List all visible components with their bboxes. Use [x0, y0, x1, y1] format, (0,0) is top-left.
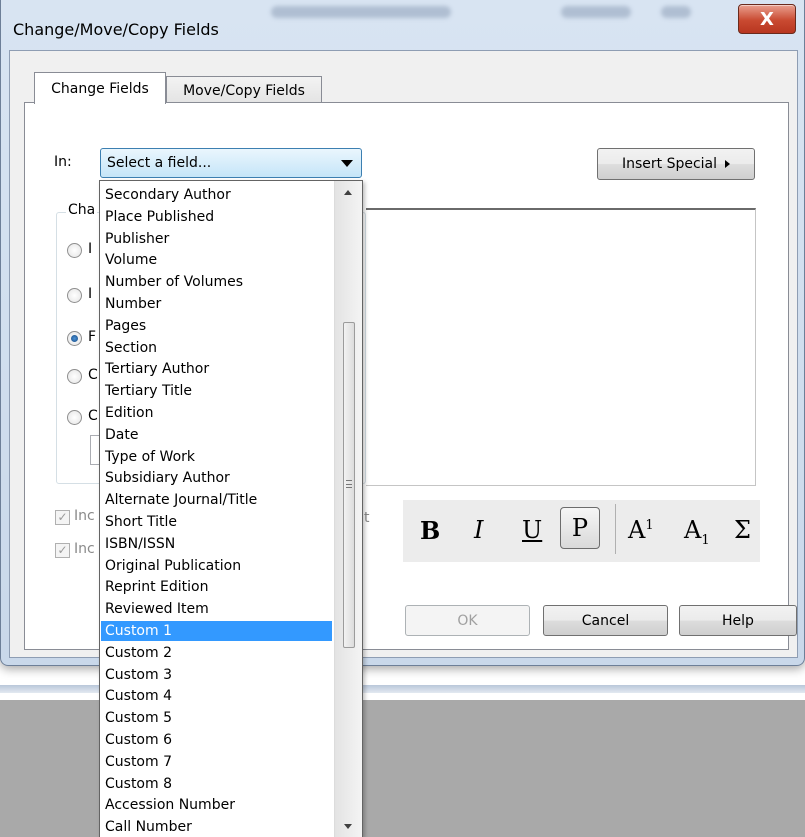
- dropdown-option[interactable]: ISBN/ISSN: [101, 534, 332, 554]
- window-title: Change/Move/Copy Fields: [13, 20, 219, 39]
- superscript-base: A: [628, 516, 646, 544]
- dropdown-option[interactable]: Custom 5: [101, 708, 332, 728]
- superscript-button[interactable]: A1: [628, 516, 654, 544]
- radio-option-3-label: F: [88, 329, 97, 345]
- tab-change-fields[interactable]: Change Fields: [34, 72, 166, 104]
- dropdown-option[interactable]: Pages: [101, 316, 332, 336]
- dropdown-option[interactable]: Custom 6: [101, 730, 332, 750]
- subscript-button[interactable]: A1: [684, 516, 710, 548]
- subscript-base: A: [684, 516, 702, 544]
- symbol-button[interactable]: Σ: [734, 516, 751, 544]
- checkbox-label-tail: t: [364, 510, 370, 526]
- in-label: In:: [54, 154, 72, 170]
- cancel-button[interactable]: Cancel: [543, 605, 668, 636]
- radio-option-2[interactable]: [67, 288, 82, 303]
- radio-option-5[interactable]: [67, 410, 82, 425]
- blurred-title-fragment: [271, 6, 451, 18]
- underline-button[interactable]: U: [522, 516, 542, 544]
- dropdown-scrollbar[interactable]: [334, 181, 362, 837]
- plain-label: P: [571, 514, 589, 542]
- radio-option-1[interactable]: [67, 243, 82, 258]
- dropdown-option[interactable]: Original Publication: [101, 556, 332, 576]
- blurred-title-fragment: [561, 6, 631, 18]
- field-dropdown-list[interactable]: Secondary Author Place Published Publisher…: [99, 180, 363, 837]
- scrollbar-thumb[interactable]: [343, 322, 355, 648]
- combobox-value: Select a field...: [107, 155, 212, 171]
- blurred-title-fragment: [661, 6, 691, 18]
- bold-button[interactable]: B: [420, 516, 440, 545]
- dropdown-option[interactable]: Type of Work: [101, 447, 332, 467]
- include-checkbox-2[interactable]: ✓: [55, 543, 70, 558]
- dropdown-option[interactable]: Secondary Author: [101, 185, 332, 205]
- include-checkbox-1-label: Inc: [74, 508, 95, 524]
- radio-option-1-label: I: [88, 241, 93, 257]
- radio-option-4[interactable]: [67, 369, 82, 384]
- dropdown-option[interactable]: Section: [101, 338, 332, 358]
- dropdown-option[interactable]: Reprint Edition: [101, 577, 332, 597]
- dropdown-option[interactable]: Tertiary Title: [101, 381, 332, 401]
- dropdown-option[interactable]: Subsidiary Author: [101, 468, 332, 488]
- insert-special-button[interactable]: Insert Special: [597, 148, 755, 180]
- dropdown-option[interactable]: Edition: [101, 403, 332, 423]
- dropdown-option[interactable]: Reviewed Item: [101, 599, 332, 619]
- ok-button[interactable]: OK: [405, 605, 530, 636]
- toolbar-divider: [615, 504, 616, 554]
- help-button[interactable]: Help: [679, 605, 797, 636]
- italic-button[interactable]: I: [474, 516, 483, 544]
- dropdown-option[interactable]: Custom 8: [101, 774, 332, 794]
- grip-icon: [346, 480, 352, 488]
- replacement-text-editor[interactable]: [366, 208, 756, 486]
- change-group-label: Cha: [66, 202, 98, 218]
- dropdown-option[interactable]: Custom 4: [101, 686, 332, 706]
- radio-option-5-label: C: [88, 408, 98, 424]
- include-checkbox-1[interactable]: ✓: [55, 510, 70, 525]
- dropdown-option[interactable]: Custom 2: [101, 643, 332, 663]
- dropdown-option[interactable]: Date: [101, 425, 332, 445]
- dropdown-option[interactable]: Tertiary Author: [101, 359, 332, 379]
- radio-option-2-label: I: [88, 286, 93, 302]
- dropdown-option[interactable]: Publisher: [101, 229, 332, 249]
- dropdown-option[interactable]: Short Title: [101, 512, 332, 532]
- tab-move-copy-fields[interactable]: Move/Copy Fields: [166, 76, 322, 104]
- dropdown-option[interactable]: Alternate Journal/Title: [101, 490, 332, 510]
- plain-button[interactable]: P: [560, 507, 600, 549]
- dropdown-option[interactable]: Number of Volumes: [101, 272, 332, 292]
- radio-option-3[interactable]: [67, 331, 82, 346]
- in-field-combobox[interactable]: Select a field...: [100, 148, 362, 178]
- close-icon: X: [760, 8, 774, 30]
- dropdown-option[interactable]: Custom 7: [101, 752, 332, 772]
- dropdown-option[interactable]: Call Number: [101, 817, 332, 837]
- dropdown-option[interactable]: Custom 1: [101, 621, 332, 641]
- dropdown-option[interactable]: Number: [101, 294, 332, 314]
- scroll-down-icon[interactable]: [344, 824, 352, 829]
- dropdown-option[interactable]: Volume: [101, 250, 332, 270]
- scroll-up-icon[interactable]: [344, 190, 352, 195]
- superscript-mark: 1: [645, 518, 654, 533]
- insert-special-label: Insert Special: [621, 156, 718, 172]
- dropdown-option[interactable]: Custom 3: [101, 665, 332, 685]
- tab-label: Move/Copy Fields: [183, 82, 305, 99]
- tab-label: Change Fields: [51, 80, 149, 97]
- dropdown-option[interactable]: Accession Number: [101, 795, 332, 815]
- chevron-down-icon[interactable]: [341, 160, 353, 167]
- subscript-mark: 1: [701, 532, 710, 548]
- close-button[interactable]: X: [738, 4, 796, 34]
- dropdown-option[interactable]: Place Published: [101, 207, 332, 227]
- include-checkbox-2-label: Inc: [74, 541, 95, 557]
- chevron-right-icon: [725, 160, 731, 168]
- radio-option-4-label: C: [88, 367, 98, 383]
